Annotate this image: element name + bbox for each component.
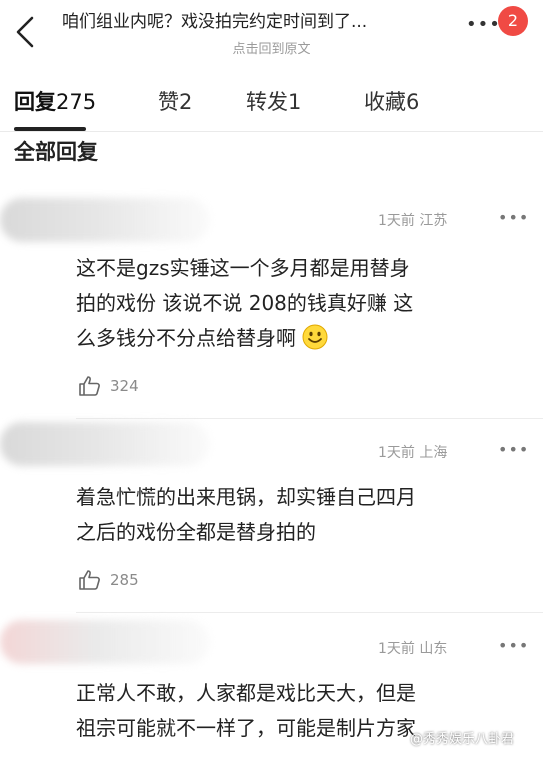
tab-favorites-count: 6 [406, 90, 420, 114]
thumbs-up-icon [79, 376, 100, 396]
tab-favorites-label: 收藏 [364, 90, 406, 114]
top-bar: 咱们组业内呢？戏没拍完约定时间到了... 点击回到原文 ••• 2 [0, 0, 543, 66]
tab-bar: 回复275 赞2 转发1 收藏6 [0, 82, 543, 132]
post-title[interactable]: 咱们组业内呢？戏没拍完约定时间到了... [62, 7, 472, 32]
comment-line: 这不是gzs实锤这一个多月都是用替身 [76, 256, 410, 280]
blurred-avatar[interactable] [0, 620, 210, 664]
tab-likes-label: 赞 [158, 90, 179, 114]
tab-replies[interactable]: 回复275 [14, 86, 96, 116]
comment-more-icon[interactable]: ••• [498, 440, 529, 459]
blurred-avatar[interactable] [0, 422, 210, 466]
tab-likes-count: 2 [179, 90, 193, 114]
tab-reposts[interactable]: 转发1 [246, 86, 301, 116]
comment-meta: 1天前 江苏 [378, 213, 448, 229]
smile-emoji-icon [302, 324, 328, 350]
comment-meta: 1天前 上海 [378, 445, 448, 461]
tab-replies-count: 275 [56, 90, 97, 114]
tab-reposts-label: 转发 [246, 90, 288, 114]
like-count: 324 [110, 377, 139, 395]
comment-line: 着急忙慌的出来甩锅，却实锤自己四月 [76, 485, 416, 509]
comment-more-icon[interactable]: ••• [498, 208, 529, 227]
comment-line: 正常人不敢，人家都是戏比天大，但是 [76, 681, 416, 705]
comment-text[interactable]: 这不是gzs实锤这一个多月都是用替身 拍的戏份 该说不说 208的钱真好赚 这 … [76, 251, 526, 356]
notification-badge[interactable]: 2 [498, 6, 528, 36]
tab-likes[interactable]: 赞2 [158, 86, 192, 116]
section-title: 全部回复 [14, 140, 98, 164]
tab-replies-label: 回复 [14, 90, 56, 114]
comment-text[interactable]: 着急忙慌的出来甩锅，却实锤自己四月 之后的戏份全都是替身拍的 [76, 480, 526, 550]
back-to-original-link[interactable]: 点击回到原文 [0, 38, 543, 57]
active-tab-indicator [14, 127, 86, 131]
comment-meta: 1天前 山东 [378, 641, 448, 657]
comment-line-with-emoji: 么多钱分不分点给替身啊 [76, 321, 526, 356]
comment-line: 么多钱分不分点给替身啊 [76, 326, 296, 350]
tab-reposts-count: 1 [288, 90, 302, 114]
thumbs-up-icon [79, 570, 100, 590]
more-options-icon[interactable]: ••• [466, 14, 501, 35]
comment-line: 之后的戏份全都是替身拍的 [76, 520, 316, 544]
tab-favorites[interactable]: 收藏6 [364, 86, 419, 116]
comment-more-icon[interactable]: ••• [498, 636, 529, 655]
like-count: 285 [110, 571, 139, 589]
watermark: @秀秀娱乐八卦君 [410, 732, 515, 747]
comment-line: 拍的戏份 该说不说 208的钱真好赚 这 [76, 291, 414, 315]
divider [76, 612, 543, 613]
blurred-avatar[interactable] [0, 198, 210, 242]
divider [76, 418, 543, 419]
